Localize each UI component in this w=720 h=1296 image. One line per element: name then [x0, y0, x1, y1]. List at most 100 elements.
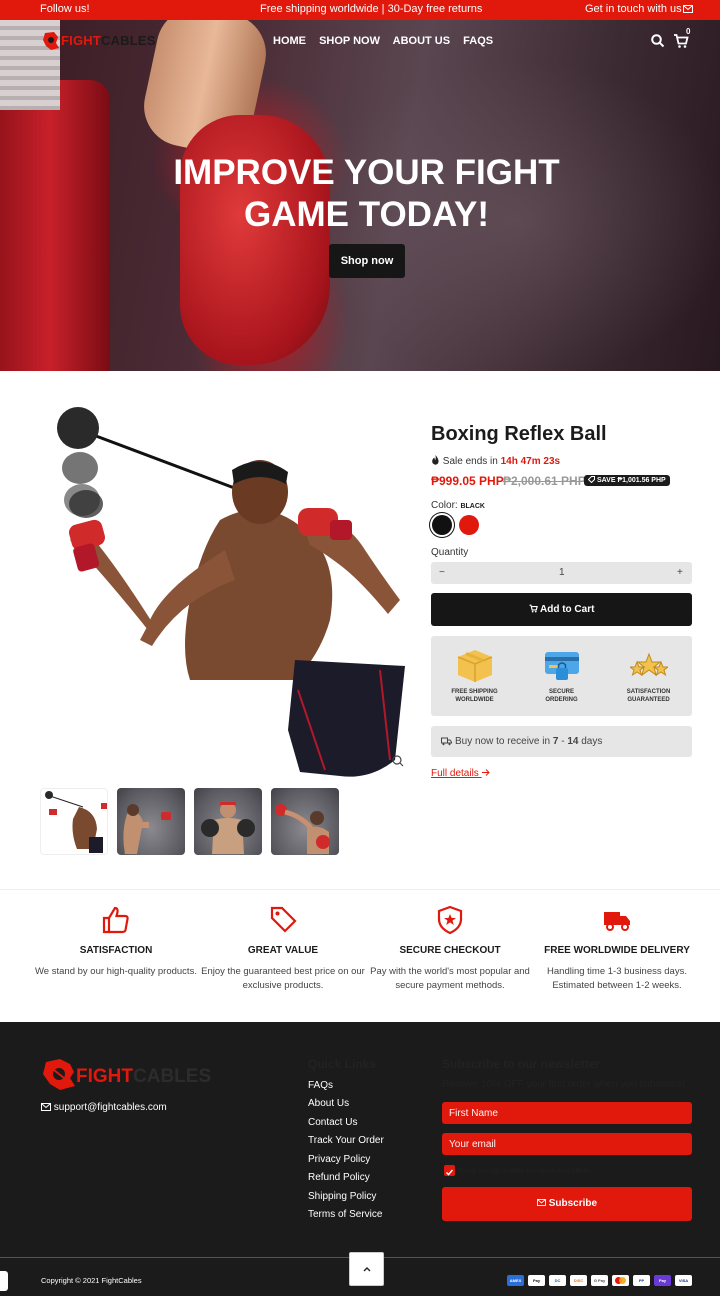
add-to-cart-button[interactable]: Add to Cart	[431, 593, 692, 626]
badge-satisfaction-line2: GUARANTEED	[627, 697, 670, 703]
footer-logo-fight: FIGHT	[76, 1066, 133, 1087]
color-swatch-red[interactable]	[459, 515, 479, 535]
product-thumbnail-4[interactable]	[271, 788, 339, 855]
badge-free-shipping-line1: FREE SHIPPING	[451, 689, 498, 695]
google-pay-icon: G Pay	[591, 1275, 608, 1286]
sale-prefix: Sale ends in	[442, 456, 498, 467]
footer-logo-cables: CABLES	[133, 1066, 212, 1087]
logo-cables: CABLES	[101, 33, 156, 48]
footer-logo-mark-icon	[43, 1059, 75, 1090]
footer-email[interactable]: support@fightcables.com	[41, 1102, 167, 1113]
shop-now-button[interactable]: Shop now	[329, 244, 405, 278]
footer-link-track-order[interactable]: Track Your Order	[308, 1135, 384, 1146]
newsletter-subtitle: Receive 10% OFF your first order when yo…	[442, 1079, 685, 1090]
feature-description: Enjoy the guaranteed best price on our e…	[201, 966, 365, 991]
sale-price: ₱999.05 PHP	[431, 474, 504, 488]
nav-shop-now[interactable]: SHOP NOW	[319, 35, 380, 47]
badge-secure-line2: ORDERING	[545, 697, 578, 703]
quantity-value[interactable]: 1	[559, 567, 565, 578]
announcement-bar: Follow us! Free shipping worldwide | 30-…	[0, 0, 720, 20]
footer-link-terms[interactable]: Terms of Service	[308, 1209, 382, 1220]
color-swatch-black[interactable]	[432, 515, 452, 535]
follow-us-link[interactable]: Follow us!	[40, 3, 90, 15]
mail-icon	[537, 1199, 546, 1206]
original-price: ₱2,000.61 PHP	[503, 474, 586, 488]
delivery-separator: -	[561, 736, 565, 747]
newsletter-checkbox-label: Keep me up to date on news and offers	[459, 1166, 590, 1175]
feature-title: SATISFACTION	[79, 945, 153, 956]
shipping-notice: Free shipping worldwide | 30-Day free re…	[260, 3, 483, 15]
feature-description: Pay with the world's most popular and se…	[370, 966, 530, 991]
add-to-cart-label: Add to Cart	[539, 604, 595, 615]
box-icon	[457, 650, 493, 682]
thumbnail-graphic	[123, 804, 171, 854]
delivery-estimate: Buy now to receive in 7 - 14 days	[431, 726, 692, 757]
quantity-increase-button[interactable]: +	[677, 567, 683, 578]
quick-links-title: Quick Links	[308, 1057, 377, 1071]
section-divider	[0, 889, 720, 890]
subscribe-button[interactable]: Subscribe	[442, 1187, 692, 1221]
product-main-image[interactable]	[40, 400, 408, 780]
back-to-top-button[interactable]	[349, 1252, 384, 1286]
footer-link-refund-policy[interactable]: Refund Policy	[308, 1172, 370, 1183]
delivery-from: 7	[552, 736, 559, 747]
tag-icon	[587, 476, 595, 484]
truck-icon	[604, 912, 630, 931]
newsletter-email-input[interactable]	[442, 1133, 692, 1155]
mastercard-icon	[612, 1275, 629, 1286]
thumbnail-graphic	[275, 804, 330, 854]
trust-badges: FREE SHIPPING WORLDWIDE SECURE ORDERING SA…	[431, 636, 692, 716]
hero-title: IMPROVE YOUR FIGHT GAME TODAY!	[0, 152, 720, 236]
product-title: Boxing Reflex Ball	[431, 423, 607, 445]
side-tab[interactable]	[0, 1271, 8, 1291]
newsletter-checkbox[interactable]	[444, 1165, 455, 1176]
color-label-text: Color:	[431, 500, 458, 511]
delivery-prefix: Buy now to receive in	[455, 736, 551, 747]
search-icon[interactable]	[650, 33, 666, 49]
footer-link-privacy-policy[interactable]: Privacy Policy	[308, 1154, 370, 1165]
hero-title-line1: IMPROVE YOUR FIGHT	[173, 153, 560, 192]
shield-icon	[437, 905, 463, 935]
feature-description: We stand by our high-quality products.	[35, 966, 197, 977]
tag-icon	[270, 906, 297, 933]
footer-link-faqs[interactable]: FAQs	[308, 1080, 333, 1091]
product-photo-graphic	[57, 407, 405, 777]
nav-home[interactable]: HOME	[273, 35, 306, 47]
feature-title: GREAT VALUE	[247, 945, 319, 956]
thumbs-up-icon	[102, 906, 129, 934]
paypal-icon: PP	[633, 1275, 650, 1286]
nav-about-us[interactable]: ABOUT US	[393, 35, 450, 47]
main-nav: HOME SHOP NOW ABOUT US FAQS	[273, 35, 503, 47]
full-details-link[interactable]: Full details	[431, 768, 490, 779]
delivery-suffix: days	[581, 736, 603, 747]
shop-pay-icon: Pay	[654, 1275, 671, 1286]
site-logo[interactable]: FIGHTCABLES	[61, 33, 156, 51]
first-name-input[interactable]	[442, 1102, 692, 1124]
newsletter-title: Subscribe to our newsletter	[442, 1057, 601, 1071]
thumbnail-graphic	[201, 802, 255, 854]
color-value: BLACK	[460, 503, 485, 510]
quantity-stepper: − 1 +	[431, 562, 692, 584]
arrow-right-icon	[481, 769, 490, 776]
contact-link[interactable]: Get in touch with us	[585, 3, 682, 15]
quantity-decrease-button[interactable]: −	[439, 567, 445, 578]
badge-free-shipping-line2: WORLDWIDE	[455, 697, 494, 703]
subscribe-label: Subscribe	[548, 1198, 598, 1209]
product-thumbnail-3[interactable]	[194, 788, 262, 855]
logo-fight: FIGHT	[61, 33, 101, 48]
footer-link-shipping-policy[interactable]: Shipping Policy	[308, 1191, 376, 1202]
footer-link-contact-us[interactable]: Contact Us	[308, 1117, 357, 1128]
nav-faqs[interactable]: FAQS	[463, 35, 493, 47]
footer-logo[interactable]: FIGHTCABLES	[76, 1066, 211, 1088]
product-thumbnail-1[interactable]	[40, 788, 108, 855]
save-badge-text: SAVE ₱1,001.56 PHP	[596, 477, 666, 484]
product-thumbnail-2[interactable]	[117, 788, 185, 855]
feature-title: SECURE CHECKOUT	[399, 945, 501, 956]
footer-email-text: support@fightcables.com	[53, 1102, 167, 1113]
quantity-label: Quantity	[431, 547, 469, 558]
logo-mark-icon	[43, 32, 59, 50]
mail-icon	[683, 5, 693, 13]
full-details-label: Full details	[431, 768, 479, 779]
badge-satisfaction-line1: SATISFACTION	[626, 689, 671, 695]
footer-link-about-us[interactable]: About Us	[308, 1098, 349, 1109]
